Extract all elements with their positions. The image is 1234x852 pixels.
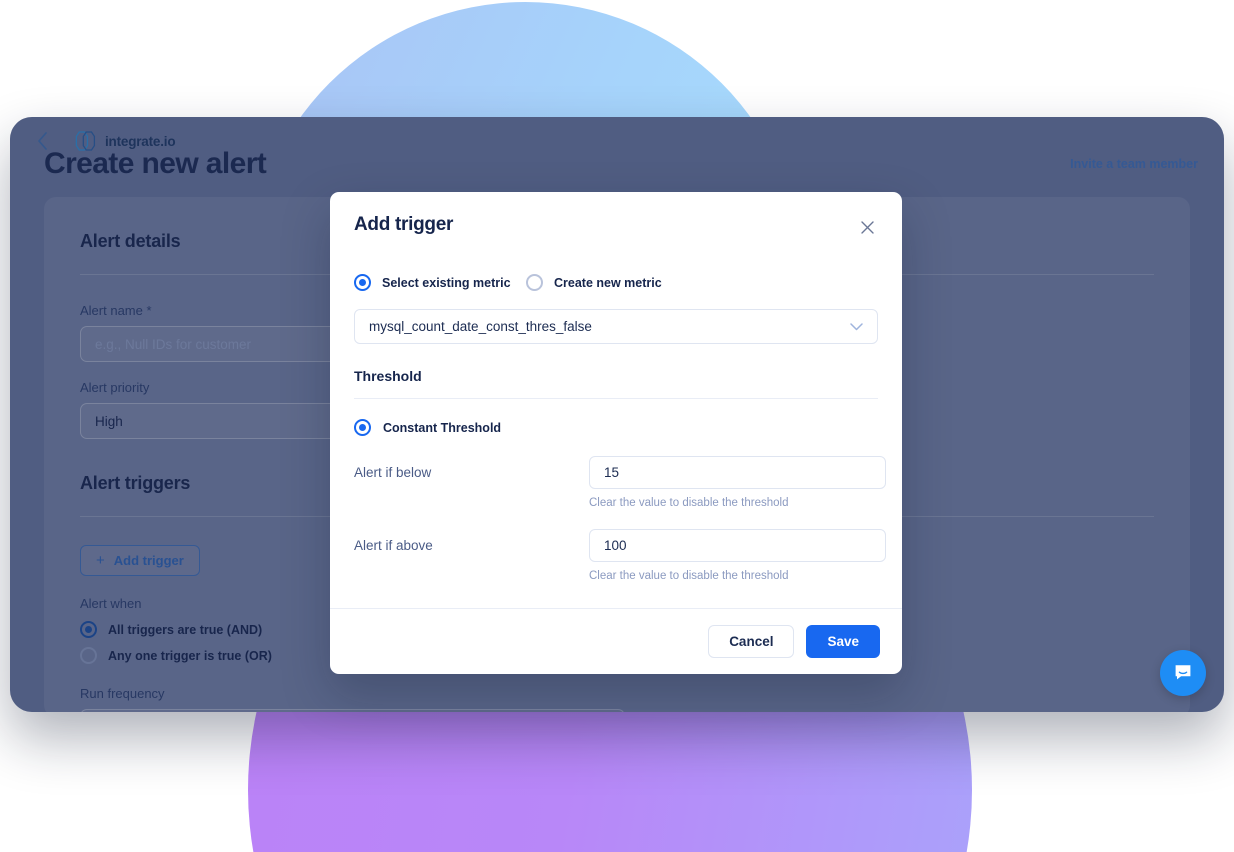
run-frequency-group: Run frequency (80, 686, 1154, 712)
plus-icon: + (96, 552, 105, 569)
alert-if-above-label: Alert if above (354, 538, 433, 553)
radio-label: Constant Threshold (383, 420, 502, 435)
modal-title: Add trigger (354, 214, 454, 235)
radio-create-new-metric[interactable]: Create new metric (526, 274, 662, 291)
add-trigger-modal: Add trigger Select existing metric Creat… (330, 192, 902, 674)
metric-select-dropdown[interactable]: mysql_count_date_const_thres_false (354, 309, 878, 344)
radio-icon (354, 419, 371, 436)
divider (354, 398, 878, 399)
alert-if-below-label: Alert if below (354, 465, 432, 480)
alert-if-below-input[interactable]: 15 (589, 456, 886, 489)
modal-footer: Cancel Save (330, 608, 902, 674)
metric-mode-radio-group: Select existing metric Create new metric (354, 274, 878, 291)
invite-team-member-link[interactable]: Invite a team member (1070, 157, 1198, 171)
chat-launcher-button[interactable] (1160, 650, 1206, 696)
cancel-button[interactable]: Cancel (708, 625, 795, 658)
close-icon[interactable] (856, 216, 878, 238)
alert-if-below-group: Alert if below 15 Clear the value to dis… (354, 456, 886, 509)
radio-constant-threshold[interactable]: Constant Threshold (354, 419, 878, 436)
radio-icon (526, 274, 543, 291)
run-frequency-select[interactable] (80, 709, 625, 712)
modal-header: Add trigger (330, 192, 902, 238)
radio-select-existing-metric[interactable]: Select existing metric (354, 274, 526, 291)
modal-body: Select existing metric Create new metric… (330, 274, 902, 582)
chevron-down-icon (850, 322, 863, 331)
radio-label: All triggers are true (AND) (108, 622, 263, 637)
alert-if-above-input[interactable]: 100 (589, 529, 886, 562)
radio-icon (80, 621, 97, 638)
radio-label: Any one trigger is true (OR) (108, 648, 272, 663)
radio-label: Select existing metric (382, 275, 511, 290)
run-frequency-label: Run frequency (80, 686, 165, 701)
alert-if-below-hint: Clear the value to disable the threshold (589, 497, 789, 509)
radio-icon (80, 647, 97, 664)
chat-bubble-icon (1175, 665, 1191, 680)
screenshot-root: integrate.io Invite a team member Create… (0, 0, 1234, 852)
radio-icon (354, 274, 371, 291)
threshold-heading: Threshold (354, 368, 422, 384)
page-title: Create new alert (44, 147, 267, 180)
add-trigger-button[interactable]: + Add trigger (80, 545, 200, 576)
radio-label: Create new metric (554, 275, 662, 290)
add-trigger-label: Add trigger (113, 553, 184, 568)
metric-select-value: mysql_count_date_const_thres_false (369, 319, 592, 334)
save-button[interactable]: Save (806, 625, 880, 658)
alert-if-above-group: Alert if above 100 Clear the value to di… (354, 529, 886, 582)
alert-if-above-hint: Clear the value to disable the threshold (589, 570, 789, 582)
